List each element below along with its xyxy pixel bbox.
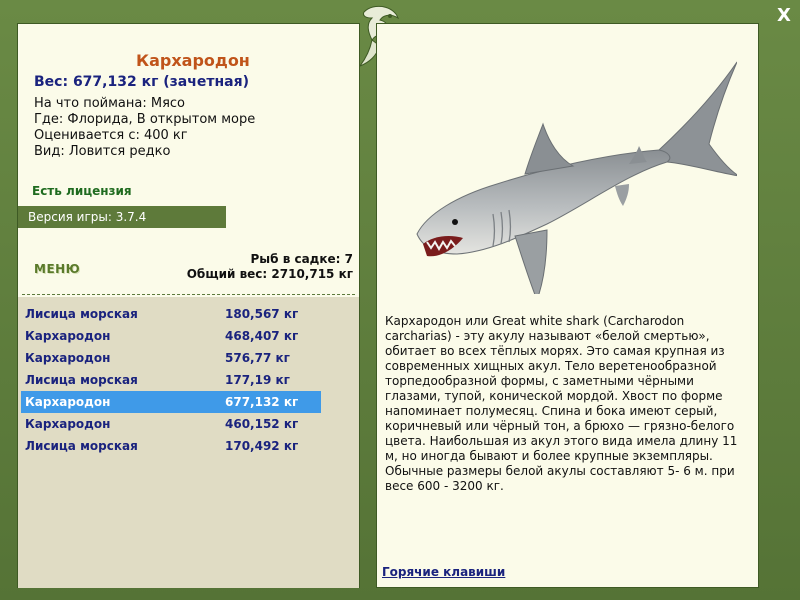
cage-count: Рыб в садке: 7 [250, 252, 354, 266]
fish-list-name: Лисица морская [25, 373, 138, 387]
fish-list-weight: 170,492 кг [225, 439, 299, 453]
fish-list-weight: 180,567 кг [225, 307, 299, 321]
close-button[interactable]: X [773, 5, 795, 27]
shark-image [416, 61, 737, 294]
close-icon: X [777, 5, 791, 26]
license-status: Есть лицензия [32, 184, 132, 198]
fish-list-weight: 677,132 кг [225, 395, 299, 409]
catch-details-panel: Кархародон Вес: 677,132 кг (зачетная) На… [17, 23, 360, 588]
list-item[interactable]: Лисица морская 180,567 кг [21, 303, 321, 325]
location-info: Где: Флорида, В открытом море [34, 112, 256, 127]
fish-list-weight: 460,152 кг [225, 417, 299, 431]
fish-list-name: Лисица морская [25, 439, 138, 453]
fish-list-name: Кархародон [25, 329, 111, 343]
fish-name: Кархародон [136, 51, 250, 70]
fish-list-name: Кархародон [25, 395, 111, 409]
divider [22, 294, 355, 295]
fish-description: Кархародон или Great white shark (Carcha… [385, 314, 738, 493]
fish-info-panel: Кархародон или Great white shark (Carcha… [376, 23, 759, 588]
fish-list-weight: 468,407 кг [225, 329, 299, 343]
bait-info: На что поймана: Мясо [34, 96, 186, 111]
fish-list-weight: 177,19 кг [225, 373, 290, 387]
list-item[interactable]: Кархародон 468,407 кг [21, 325, 321, 347]
hotkeys-link[interactable]: Горячие клавиши [382, 565, 505, 579]
list-item[interactable]: Кархародон 460,152 кг [21, 413, 321, 435]
fish-list-name: Лисица морская [25, 307, 138, 321]
list-item-selected[interactable]: Кархародон 677,132 кг [21, 391, 321, 413]
cage-total-weight: Общий вес: 2710,715 кг [186, 267, 353, 281]
cage-summary: Рыб в садке: 7 Общий вес: 2710,715 кг [187, 252, 353, 282]
fish-weight: Вес: 677,132 кг (зачетная) [34, 74, 249, 90]
rarity-info: Вид: Ловится редко [34, 144, 171, 159]
list-item[interactable]: Кархародон 576,77 кг [21, 347, 321, 369]
list-item[interactable]: Лисица морская 177,19 кг [21, 369, 321, 391]
fish-list: Лисица морская 180,567 кг Кархародон 468… [18, 297, 359, 588]
fish-list-weight: 576,77 кг [225, 351, 290, 365]
fish-list-name: Кархародон [25, 351, 111, 365]
fish-list-name: Кархародон [25, 417, 111, 431]
value-info: Оценивается с: 400 кг [34, 128, 188, 143]
list-item[interactable]: Лисица морская 170,492 кг [21, 435, 321, 457]
menu-button[interactable]: МЕНЮ [34, 262, 80, 276]
game-version: Версия игры: 3.7.4 [18, 206, 226, 228]
